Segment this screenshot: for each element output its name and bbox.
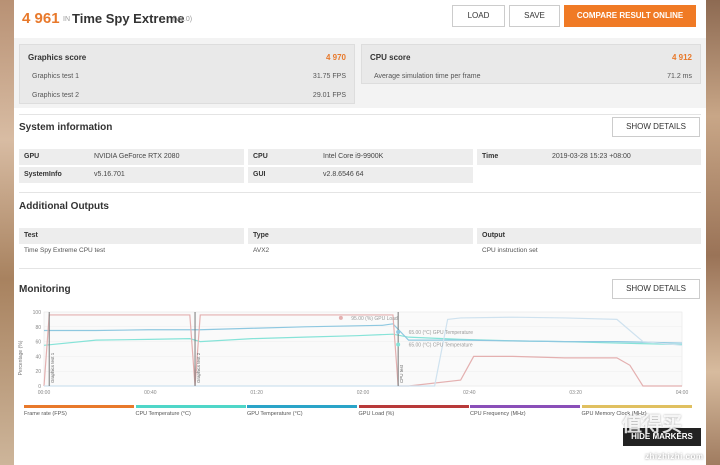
legend-swatch xyxy=(24,405,134,408)
monitoring-chart: Percentage (%) 100 80 60 40 20 0 00:00 00:40 01… xyxy=(14,306,706,406)
compare-result-online-button[interactable]: COMPARE RESULT ONLINE xyxy=(564,5,696,27)
graphics-test-2-label: Graphics test 2 xyxy=(32,92,80,99)
benchmark-version: (V1.0) xyxy=(173,16,193,23)
y-tick-label: 40 xyxy=(35,354,41,360)
legend-swatch xyxy=(135,405,246,408)
monitoring-show-details-button[interactable]: SHOW DETAILS xyxy=(612,279,700,299)
time-value: 2019-03-28 15:23 +08:00 xyxy=(552,153,631,160)
y-tick-label: 100 xyxy=(33,310,42,316)
legend-label: Frame rate (FPS) xyxy=(24,411,67,417)
output-value-type: AVX2 xyxy=(253,247,270,254)
x-tick-label: 02:00 xyxy=(357,390,370,396)
y-tick-label: 60 xyxy=(35,340,41,346)
y-tick-label: 80 xyxy=(35,325,41,331)
monitoring-title: Monitoring xyxy=(19,284,71,295)
x-tick-label: 00:00 xyxy=(38,390,51,396)
legend-label: GPU Temperature (°C) xyxy=(247,411,303,417)
time-label: Time xyxy=(482,153,499,160)
test-marker-label: CPU test xyxy=(399,364,404,383)
cpu-sim-time-value: 71.2 ms xyxy=(667,73,692,80)
legend-swatch xyxy=(470,405,580,408)
y-tick-label: 20 xyxy=(35,369,41,375)
gpu-label: GPU xyxy=(24,153,40,160)
divider xyxy=(19,192,701,193)
output-value-test: Time Spy Extreme CPU test xyxy=(24,247,106,254)
plot-area xyxy=(43,311,683,387)
divider xyxy=(19,114,701,115)
legend-item[interactable]: GPU Load (%) xyxy=(358,405,469,419)
save-button[interactable]: SAVE xyxy=(509,5,560,27)
cpu-score-title: CPU score xyxy=(370,53,411,62)
graphics-test-1-value: 31.75 FPS xyxy=(312,73,346,80)
x-tick-label: 04:00 xyxy=(676,390,689,396)
annotation-label: 65.00 (°C) CPU Temperature xyxy=(409,343,473,349)
x-tick-label: 01:20 xyxy=(250,390,263,396)
annotation-label: 95.00 (%) GPU Load xyxy=(351,316,398,322)
test-marker-label: Graphics test 2 xyxy=(196,352,201,383)
cpu-label: CPU xyxy=(253,153,268,160)
systeminfo-value: v5.16.701 xyxy=(94,171,125,178)
cpu-score-value: 4 912 xyxy=(671,53,692,62)
watermark-logo: 值得买 xyxy=(622,414,682,436)
in-label: IN xyxy=(63,16,70,23)
gpu-value: NVIDIA GeForce RTX 2080 xyxy=(94,153,180,160)
benchmark-name: Time Spy Extreme xyxy=(72,11,185,26)
x-tick-label: 00:40 xyxy=(144,390,157,396)
x-tick-label: 02:40 xyxy=(463,390,476,396)
gui-label: GUI xyxy=(253,171,266,178)
legend-swatch xyxy=(358,405,469,408)
legend-label: CPU Temperature (°C) xyxy=(135,411,191,417)
overall-score: 4 961 xyxy=(22,10,60,27)
system-information-title: System information xyxy=(19,122,113,133)
legend-item[interactable]: CPU Frequency (MHz) xyxy=(470,405,580,419)
graphics-score-value: 4 970 xyxy=(325,53,346,62)
systeminfo-row: SystemInfo xyxy=(19,167,244,183)
legend-label: CPU Frequency (MHz) xyxy=(470,411,526,417)
load-button[interactable]: LOAD xyxy=(452,5,505,27)
legend-item[interactable]: GPU Temperature (°C) xyxy=(247,405,357,419)
output-header-output: Output xyxy=(477,228,701,244)
additional-outputs-title: Additional Outputs xyxy=(19,201,109,212)
graphics-score-box: Graphics score 4 970 Graphics test 1 31.… xyxy=(19,44,355,104)
legend-swatch xyxy=(247,405,357,408)
cpu-value: Intel Core i9-9900K xyxy=(323,153,384,160)
annotation-dot xyxy=(396,329,401,334)
graphics-test-2-value: 29.01 FPS xyxy=(312,92,346,99)
annotation-dot xyxy=(338,315,343,320)
gui-value: v2.8.6546 64 xyxy=(323,171,364,178)
watermark-url: zhizhizhi.com xyxy=(645,452,704,461)
graphics-score-title: Graphics score xyxy=(28,53,87,62)
annotation-label: 65.00 (°C) GPU Temperature xyxy=(409,330,474,336)
annotation-dot xyxy=(396,342,401,347)
cpu-sim-time-label: Average simulation time per frame xyxy=(374,73,481,80)
divider xyxy=(19,268,701,269)
y-axis-label: Percentage (%) xyxy=(18,340,24,375)
graphics-test-1-label: Graphics test 1 xyxy=(32,73,80,80)
legend-item[interactable]: CPU Temperature (°C) xyxy=(135,405,246,419)
monitoring-chart-svg: Percentage (%) 100806040200 00:00 00:40 01… xyxy=(18,310,689,396)
header: 4 961 IN Time Spy Extreme (V1.0) LOAD SA… xyxy=(14,0,706,38)
legend-label: GPU Load (%) xyxy=(358,411,395,417)
output-header-test: Test xyxy=(19,228,244,244)
cpu-score-box: CPU score 4 912 Average simulation time … xyxy=(361,44,701,84)
result-panel: 4 961 IN Time Spy Extreme (V1.0) LOAD SA… xyxy=(14,0,706,465)
system-show-details-button[interactable]: SHOW DETAILS xyxy=(612,117,700,137)
legend-item[interactable]: Frame rate (FPS) xyxy=(24,405,134,419)
output-value-output: CPU instruction set xyxy=(482,247,538,254)
x-tick-label: 03:20 xyxy=(569,390,582,396)
test-marker-label: Graphics test 1 xyxy=(50,352,55,383)
systeminfo-label: SystemInfo xyxy=(24,171,62,178)
output-header-type: Type xyxy=(248,228,473,244)
